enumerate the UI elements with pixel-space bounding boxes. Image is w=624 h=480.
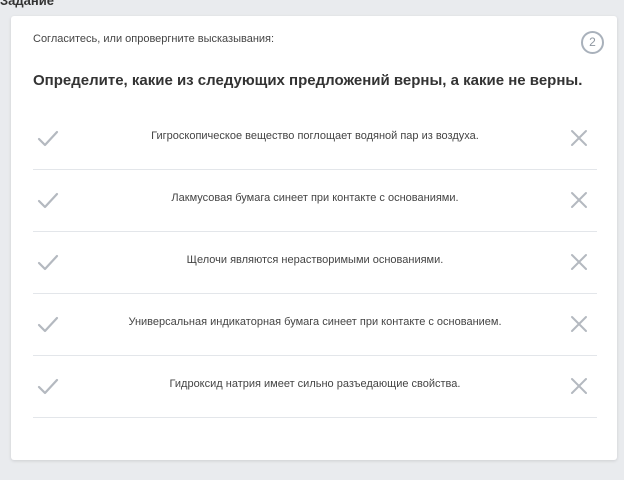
statement-text: Гидроксид натрия имеет сильно разъедающи…	[169, 378, 461, 390]
close-icon[interactable]	[570, 315, 588, 333]
check-icon[interactable]	[37, 253, 59, 271]
check-icon[interactable]	[37, 191, 59, 209]
check-icon[interactable]	[37, 129, 59, 147]
statement-text: Лакмусовая бумага синеет при контакте с …	[171, 192, 459, 204]
statement-text: Гигроскопическое вещество поглощает водя…	[151, 130, 479, 142]
statement-row: Лакмусовая бумага синеет при контакте с …	[33, 170, 597, 232]
statement-row: Гигроскопическое вещество поглощает водя…	[33, 108, 597, 170]
task-card: Согласитесь, или опровергните высказыван…	[11, 16, 617, 460]
check-icon[interactable]	[37, 315, 59, 333]
statement-text: Универсальная индикаторная бумага синеет…	[128, 316, 502, 328]
statement-list: Гигроскопическое вещество поглощает водя…	[33, 108, 597, 418]
statement-row: Гидроксид натрия имеет сильно разъедающи…	[33, 356, 597, 418]
close-icon[interactable]	[570, 377, 588, 395]
task-number-badge: 2	[581, 31, 604, 54]
task-instruction: Согласитесь, или опровергните высказыван…	[33, 33, 275, 45]
statement-row: Универсальная индикаторная бумага синеет…	[33, 294, 597, 356]
close-icon[interactable]	[570, 253, 588, 271]
question-title: Определите, какие из следующих предложен…	[33, 72, 583, 89]
statement-text: Щелочи являются нерастворимыми основания…	[186, 254, 444, 266]
section-heading-fragment: Задание	[0, 0, 54, 8]
statement-row: Щелочи являются нерастворимыми основания…	[33, 232, 597, 294]
close-icon[interactable]	[570, 191, 588, 209]
close-icon[interactable]	[570, 129, 588, 147]
check-icon[interactable]	[37, 377, 59, 395]
